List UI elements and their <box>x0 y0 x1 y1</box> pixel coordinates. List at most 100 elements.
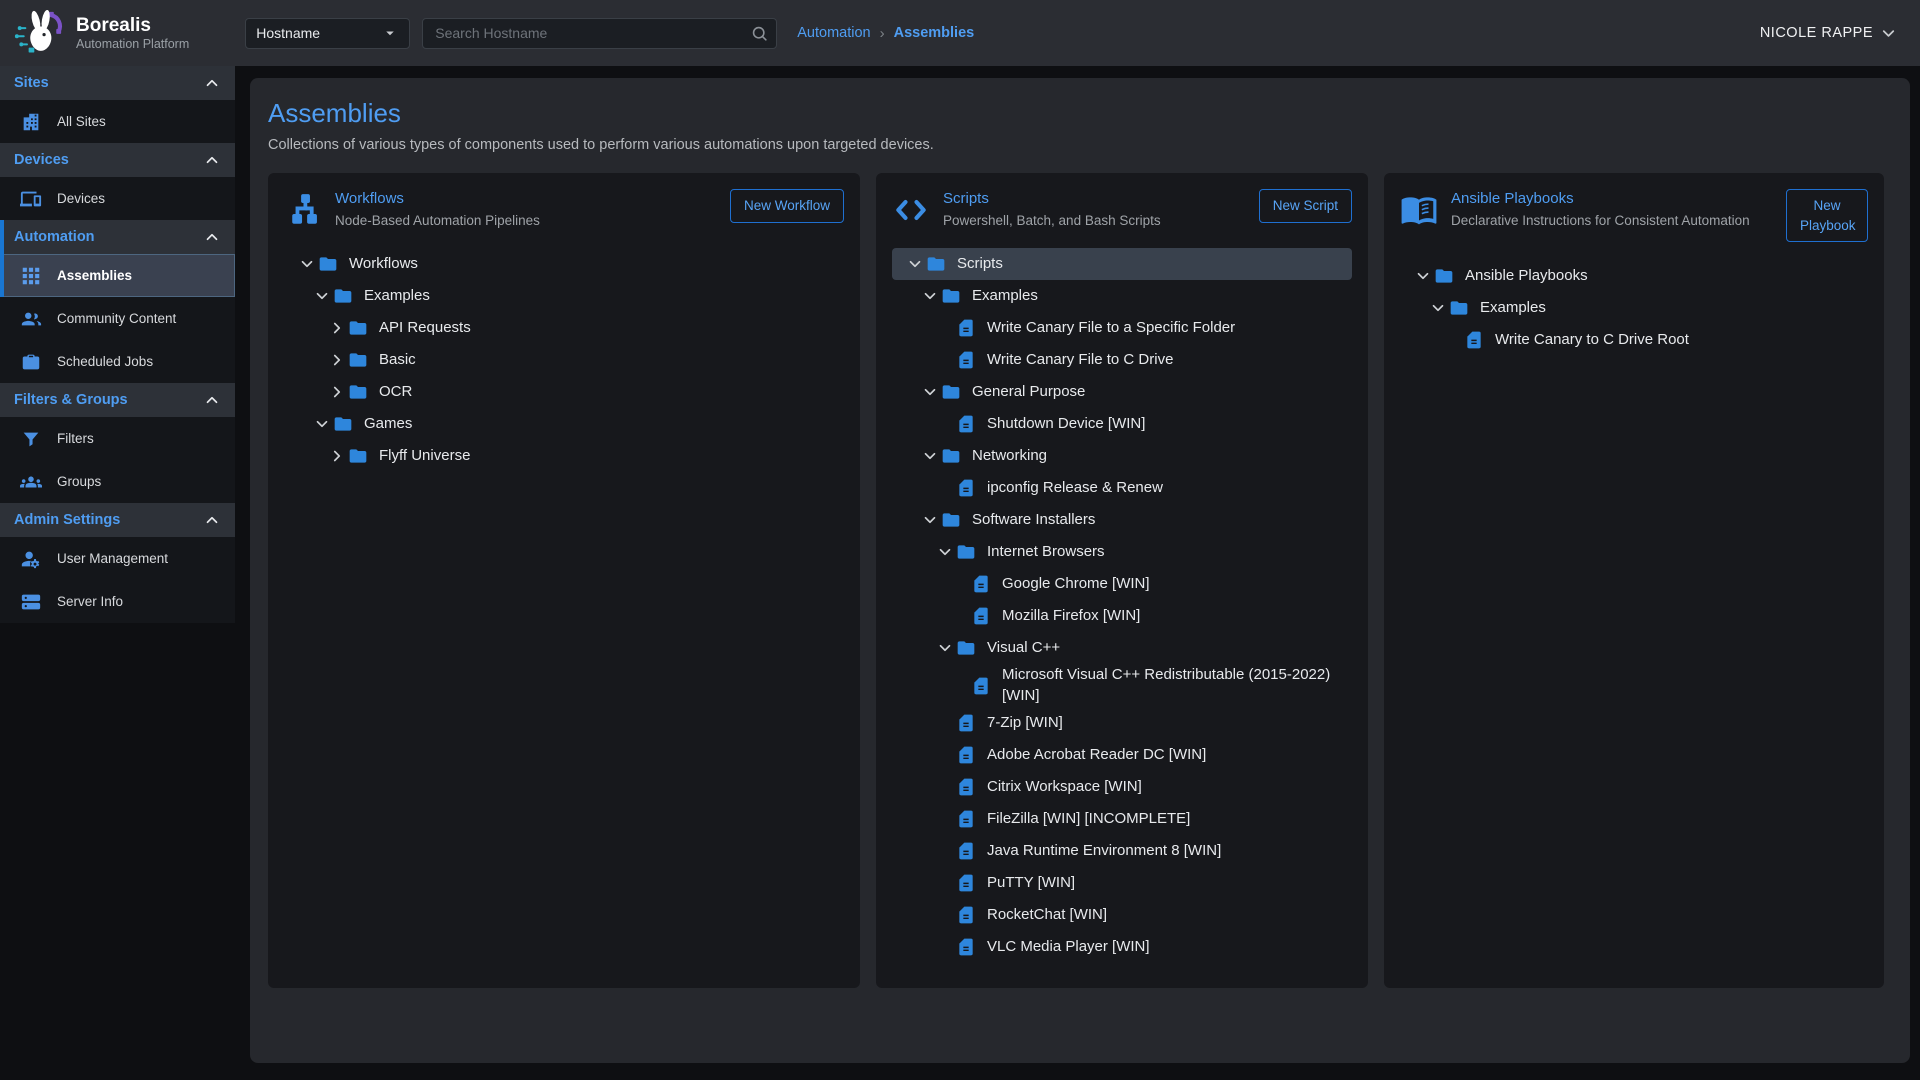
tree-item-label: Google Chrome [WIN] <box>1002 574 1158 594</box>
breadcrumb-assemblies[interactable]: Assemblies <box>894 25 975 41</box>
tree-row-ipconfig-release-renew[interactable]: ipconfig Release & Renew <box>892 472 1352 504</box>
chevron-down-icon[interactable] <box>919 383 941 401</box>
chevron-right-icon[interactable] <box>326 447 348 465</box>
tree-row-mozilla-firefox-win[interactable]: Mozilla Firefox [WIN] <box>892 600 1352 632</box>
tree-row-java-runtime-environment-8-win[interactable]: Java Runtime Environment 8 [WIN] <box>892 835 1352 867</box>
sidebar-item-label: Scheduled Jobs <box>57 354 153 369</box>
tree-row-workflows[interactable]: Workflows <box>284 248 844 280</box>
sidebar-section-items: Devices <box>0 177 235 220</box>
sidebar-section-label: Automation <box>14 229 95 245</box>
chevron-down-icon[interactable] <box>919 447 941 465</box>
tree-row-citrix-workspace-win[interactable]: Citrix Workspace [WIN] <box>892 771 1352 803</box>
chevron-down-icon[interactable] <box>934 543 956 561</box>
book-icon <box>1400 191 1438 229</box>
tree-row-google-chrome-win[interactable]: Google Chrome [WIN] <box>892 568 1352 600</box>
chevron-spacer <box>934 351 956 369</box>
tree-row-networking[interactable]: Networking <box>892 440 1352 472</box>
sidebar-item-label: Server Info <box>57 594 123 609</box>
sidebar-section-header[interactable]: Filters & Groups <box>0 383 235 417</box>
tree-row-shutdown-device-win[interactable]: Shutdown Device [WIN] <box>892 408 1352 440</box>
tree-row-scripts[interactable]: Scripts <box>892 248 1352 280</box>
chevron-down-icon[interactable] <box>1427 299 1449 317</box>
chevron-down-icon[interactable] <box>934 639 956 657</box>
file-icon <box>1464 330 1484 350</box>
tree-row-microsoft-visual-c-redistributable-2015-2022-win[interactable]: Microsoft Visual C++ Redistributable (20… <box>892 664 1352 707</box>
tree-row-adobe-acrobat-reader-dc-win[interactable]: Adobe Acrobat Reader DC [WIN] <box>892 739 1352 771</box>
chevron-down-icon[interactable] <box>296 255 318 273</box>
tree-row-vlc-media-player-win[interactable]: VLC Media Player [WIN] <box>892 931 1352 963</box>
sidebar-item-community-content[interactable]: Community Content <box>0 297 235 340</box>
sidebar-item-devices[interactable]: Devices <box>0 177 235 220</box>
chevron-spacer <box>934 479 956 497</box>
file-icon <box>956 777 976 797</box>
tree-row-ansible-playbooks[interactable]: Ansible Playbooks <box>1400 260 1868 292</box>
sidebar-section-header[interactable]: Sites <box>0 66 235 100</box>
chevron-spacer <box>934 778 956 796</box>
tree-row-visual-c[interactable]: Visual C++ <box>892 632 1352 664</box>
new-workflow-button[interactable]: New Workflow <box>730 189 844 223</box>
tree-row-write-canary-file-to-c-drive[interactable]: Write Canary File to C Drive <box>892 344 1352 376</box>
sidebar-item-groups[interactable]: Groups <box>0 460 235 503</box>
chevron-up-icon <box>203 151 221 169</box>
new-playbook-button[interactable]: New Playbook <box>1786 189 1868 242</box>
sidebar-section-header[interactable]: Admin Settings <box>0 503 235 537</box>
chevron-down-icon[interactable] <box>919 287 941 305</box>
tree-row-rocketchat-win[interactable]: RocketChat [WIN] <box>892 899 1352 931</box>
tree-item-label: PuTTY [WIN] <box>987 873 1083 893</box>
folder-icon <box>333 414 353 434</box>
chevron-right-icon[interactable] <box>326 319 348 337</box>
tree-row-7-zip-win[interactable]: 7-Zip [WIN] <box>892 707 1352 739</box>
hostname-select[interactable]: Hostname <box>245 18 410 49</box>
file-icon <box>956 414 976 434</box>
tree-row-examples[interactable]: Examples <box>1400 292 1868 324</box>
tree-row-flyff-universe[interactable]: Flyff Universe <box>284 440 844 472</box>
tree-item-label: Java Runtime Environment 8 [WIN] <box>987 841 1229 861</box>
tree-row-api-requests[interactable]: API Requests <box>284 312 844 344</box>
sidebar-item-filters[interactable]: Filters <box>0 417 235 460</box>
folder-icon <box>941 510 961 530</box>
folder-icon <box>333 286 353 306</box>
tree-item-label: Flyff Universe <box>379 446 478 466</box>
file-icon <box>956 350 976 370</box>
tree-row-write-canary-file-to-a-specific-folder[interactable]: Write Canary File to a Specific Folder <box>892 312 1352 344</box>
sidebar-item-server-info[interactable]: Server Info <box>0 580 235 623</box>
tree-row-putty-win[interactable]: PuTTY [WIN] <box>892 867 1352 899</box>
chevron-right-icon[interactable] <box>326 383 348 401</box>
sidebar-item-user-management[interactable]: User Management <box>0 537 235 580</box>
sidebar-item-assemblies[interactable]: Assemblies <box>0 254 235 297</box>
chevron-down-icon[interactable] <box>919 511 941 529</box>
sidebar-section-items: Filters Groups <box>0 417 235 503</box>
tree-item-label: Scripts <box>957 254 1011 274</box>
user-menu[interactable]: NICOLE RAPPE <box>1760 24 1898 43</box>
tree-item-label: Games <box>364 414 420 434</box>
folder-icon <box>1434 266 1454 286</box>
sidebar-item-scheduled-jobs[interactable]: Scheduled Jobs <box>0 340 235 383</box>
tree-row-software-installers[interactable]: Software Installers <box>892 504 1352 536</box>
sidebar-section-header[interactable]: Devices <box>0 143 235 177</box>
sidebar-item-label: User Management <box>57 551 168 566</box>
sidebar-section-header[interactable]: Automation <box>0 220 235 254</box>
tree-row-games[interactable]: Games <box>284 408 844 440</box>
workflow-icon <box>284 191 322 229</box>
chevron-right-icon[interactable] <box>326 351 348 369</box>
tree-row-examples[interactable]: Examples <box>284 280 844 312</box>
tree-row-examples[interactable]: Examples <box>892 280 1352 312</box>
tree-item-label: VLC Media Player [WIN] <box>987 937 1158 957</box>
sidebar-item-label: All Sites <box>57 114 106 129</box>
chevron-down-icon[interactable] <box>1412 267 1434 285</box>
new-script-button[interactable]: New Script <box>1259 189 1352 223</box>
tree-row-general-purpose[interactable]: General Purpose <box>892 376 1352 408</box>
sidebar-item-all-sites[interactable]: All Sites <box>0 100 235 143</box>
tree-row-internet-browsers[interactable]: Internet Browsers <box>892 536 1352 568</box>
chevron-down-icon[interactable] <box>311 415 333 433</box>
search-input[interactable] <box>422 18 777 49</box>
tree-row-filezilla-win-incomplete[interactable]: FileZilla [WIN] [INCOMPLETE] <box>892 803 1352 835</box>
chevron-down-icon[interactable] <box>311 287 333 305</box>
tree-row-write-canary-to-c-drive-root[interactable]: Write Canary to C Drive Root <box>1400 324 1868 356</box>
folder-icon <box>348 382 368 402</box>
chevron-up-icon <box>203 391 221 409</box>
tree-row-ocr[interactable]: OCR <box>284 376 844 408</box>
chevron-down-icon[interactable] <box>904 255 926 273</box>
breadcrumb-automation[interactable]: Automation <box>797 25 870 41</box>
tree-row-basic[interactable]: Basic <box>284 344 844 376</box>
